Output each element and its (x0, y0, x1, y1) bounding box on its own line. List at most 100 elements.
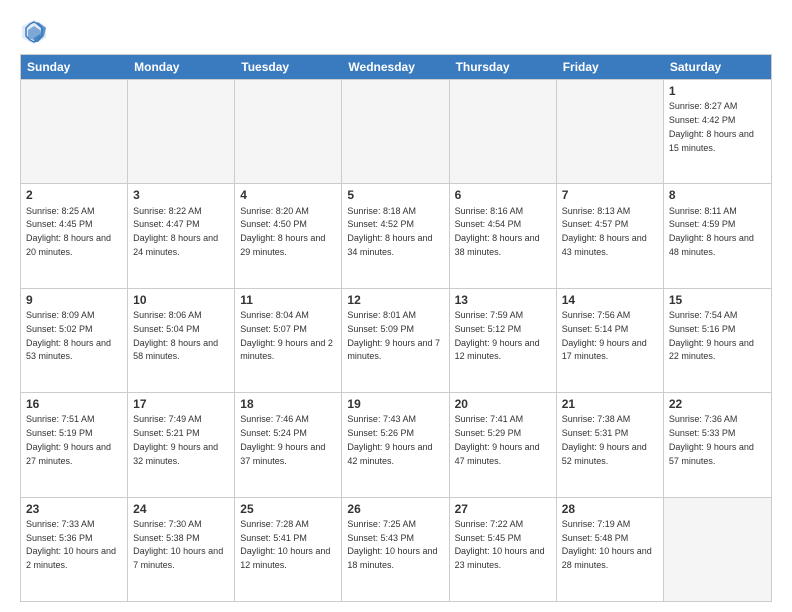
day-number: 21 (562, 396, 658, 412)
day-number: 19 (347, 396, 443, 412)
sun-info: Sunrise: 7:51 AMSunset: 5:19 PMDaylight:… (26, 414, 111, 465)
sun-info: Sunrise: 7:41 AMSunset: 5:29 PMDaylight:… (455, 414, 540, 465)
sun-info: Sunrise: 7:19 AMSunset: 5:48 PMDaylight:… (562, 519, 652, 570)
day-number: 16 (26, 396, 122, 412)
day-number: 2 (26, 187, 122, 203)
calendar-cell: 15 Sunrise: 7:54 AMSunset: 5:16 PMDayligh… (664, 289, 771, 392)
day-number: 22 (669, 396, 766, 412)
sun-info: Sunrise: 7:33 AMSunset: 5:36 PMDaylight:… (26, 519, 116, 570)
calendar-header: SundayMondayTuesdayWednesdayThursdayFrid… (21, 55, 771, 79)
calendar-cell: 16 Sunrise: 7:51 AMSunset: 5:19 PMDayligh… (21, 393, 128, 496)
sun-info: Sunrise: 8:06 AMSunset: 5:04 PMDaylight:… (133, 310, 218, 361)
header-day-tuesday: Tuesday (235, 55, 342, 79)
calendar-row-2: 2 Sunrise: 8:25 AMSunset: 4:45 PMDaylight… (21, 183, 771, 287)
sun-info: Sunrise: 7:49 AMSunset: 5:21 PMDaylight:… (133, 414, 218, 465)
sun-info: Sunrise: 7:56 AMSunset: 5:14 PMDaylight:… (562, 310, 647, 361)
calendar-row-4: 16 Sunrise: 7:51 AMSunset: 5:19 PMDayligh… (21, 392, 771, 496)
sun-info: Sunrise: 8:16 AMSunset: 4:54 PMDaylight:… (455, 206, 540, 257)
calendar-body: 1 Sunrise: 8:27 AMSunset: 4:42 PMDaylight… (21, 79, 771, 601)
day-number: 5 (347, 187, 443, 203)
calendar-cell (128, 80, 235, 183)
day-number: 10 (133, 292, 229, 308)
sun-info: Sunrise: 8:20 AMSunset: 4:50 PMDaylight:… (240, 206, 325, 257)
day-number: 17 (133, 396, 229, 412)
day-number: 1 (669, 83, 766, 99)
day-number: 23 (26, 501, 122, 517)
calendar-cell: 17 Sunrise: 7:49 AMSunset: 5:21 PMDayligh… (128, 393, 235, 496)
calendar-cell: 20 Sunrise: 7:41 AMSunset: 5:29 PMDayligh… (450, 393, 557, 496)
calendar-cell: 26Sunrise: 7:25 AMSunset: 5:43 PMDayligh… (342, 498, 449, 601)
calendar-cell: 22 Sunrise: 7:36 AMSunset: 5:33 PMDayligh… (664, 393, 771, 496)
calendar-cell (21, 80, 128, 183)
calendar-cell: 19 Sunrise: 7:43 AMSunset: 5:26 PMDayligh… (342, 393, 449, 496)
calendar-cell: 3Sunrise: 8:22 AMSunset: 4:47 PMDaylight… (128, 184, 235, 287)
sun-info: Sunrise: 7:22 AMSunset: 5:45 PMDaylight:… (455, 519, 545, 570)
sun-info: Sunrise: 7:46 AMSunset: 5:24 PMDaylight:… (240, 414, 325, 465)
calendar-cell: 18 Sunrise: 7:46 AMSunset: 5:24 PMDayligh… (235, 393, 342, 496)
calendar-cell: 2 Sunrise: 8:25 AMSunset: 4:45 PMDaylight… (21, 184, 128, 287)
day-number: 14 (562, 292, 658, 308)
calendar-row-1: 1 Sunrise: 8:27 AMSunset: 4:42 PMDaylight… (21, 79, 771, 183)
calendar-cell: 24 Sunrise: 7:30 AMSunset: 5:38 PMDayligh… (128, 498, 235, 601)
calendar-cell: 14 Sunrise: 7:56 AMSunset: 5:14 PMDayligh… (557, 289, 664, 392)
calendar-cell: 8 Sunrise: 8:11 AMSunset: 4:59 PMDaylight… (664, 184, 771, 287)
day-number: 11 (240, 292, 336, 308)
calendar-cell (235, 80, 342, 183)
day-number: 4 (240, 187, 336, 203)
calendar: SundayMondayTuesdayWednesdayThursdayFrid… (20, 54, 772, 602)
day-number: 25 (240, 501, 336, 517)
day-number: 20 (455, 396, 551, 412)
sun-info: Sunrise: 8:22 AMSunset: 4:47 PMDaylight:… (133, 206, 218, 257)
day-number: 12 (347, 292, 443, 308)
calendar-cell: 4 Sunrise: 8:20 AMSunset: 4:50 PMDaylight… (235, 184, 342, 287)
header-day-wednesday: Wednesday (342, 55, 449, 79)
sun-info: Sunrise: 8:18 AMSunset: 4:52 PMDaylight:… (347, 206, 432, 257)
header-day-sunday: Sunday (21, 55, 128, 79)
calendar-cell: 11 Sunrise: 8:04 AMSunset: 5:07 PMDayligh… (235, 289, 342, 392)
sun-info: Sunrise: 7:36 AMSunset: 5:33 PMDaylight:… (669, 414, 754, 465)
calendar-cell: 10 Sunrise: 8:06 AMSunset: 5:04 PMDayligh… (128, 289, 235, 392)
sun-info: Sunrise: 7:54 AMSunset: 5:16 PMDaylight:… (669, 310, 754, 361)
calendar-cell: 7 Sunrise: 8:13 AMSunset: 4:57 PMDaylight… (557, 184, 664, 287)
day-number: 15 (669, 292, 766, 308)
header (20, 18, 772, 46)
day-number: 24 (133, 501, 229, 517)
sun-info: Sunrise: 7:30 AMSunset: 5:38 PMDaylight:… (133, 519, 223, 570)
day-number: 28 (562, 501, 658, 517)
calendar-cell (557, 80, 664, 183)
calendar-cell: 12 Sunrise: 8:01 AMSunset: 5:09 PMDayligh… (342, 289, 449, 392)
calendar-cell (664, 498, 771, 601)
sun-info: Sunrise: 7:28 AMSunset: 5:41 PMDaylight:… (240, 519, 330, 570)
header-day-friday: Friday (557, 55, 664, 79)
sun-info: Sunrise: 8:09 AMSunset: 5:02 PMDaylight:… (26, 310, 111, 361)
day-number: 13 (455, 292, 551, 308)
calendar-cell: 23 Sunrise: 7:33 AMSunset: 5:36 PMDayligh… (21, 498, 128, 601)
header-day-monday: Monday (128, 55, 235, 79)
day-number: 6 (455, 187, 551, 203)
day-number: 18 (240, 396, 336, 412)
sun-info: Sunrise: 8:27 AMSunset: 4:42 PMDaylight:… (669, 101, 754, 152)
sun-info: Sunrise: 8:13 AMSunset: 4:57 PMDaylight:… (562, 206, 647, 257)
logo-icon (20, 18, 48, 46)
calendar-row-3: 9 Sunrise: 8:09 AMSunset: 5:02 PMDaylight… (21, 288, 771, 392)
sun-info: Sunrise: 8:11 AMSunset: 4:59 PMDaylight:… (669, 206, 754, 257)
day-number: 9 (26, 292, 122, 308)
sun-info: Sunrise: 7:43 AMSunset: 5:26 PMDaylight:… (347, 414, 432, 465)
header-day-thursday: Thursday (450, 55, 557, 79)
sun-info: Sunrise: 7:38 AMSunset: 5:31 PMDaylight:… (562, 414, 647, 465)
sun-info: Sunrise: 8:25 AMSunset: 4:45 PMDaylight:… (26, 206, 111, 257)
calendar-cell (450, 80, 557, 183)
calendar-cell: 21 Sunrise: 7:38 AMSunset: 5:31 PMDayligh… (557, 393, 664, 496)
sun-info: Sunrise: 8:04 AMSunset: 5:07 PMDaylight:… (240, 310, 333, 361)
logo (20, 18, 52, 46)
calendar-cell: 5 Sunrise: 8:18 AMSunset: 4:52 PMDaylight… (342, 184, 449, 287)
calendar-row-5: 23 Sunrise: 7:33 AMSunset: 5:36 PMDayligh… (21, 497, 771, 601)
sun-info: Sunrise: 7:59 AMSunset: 5:12 PMDaylight:… (455, 310, 540, 361)
calendar-cell: 25 Sunrise: 7:28 AMSunset: 5:41 PMDayligh… (235, 498, 342, 601)
sun-info: Sunrise: 8:01 AMSunset: 5:09 PMDaylight:… (347, 310, 440, 361)
day-number: 8 (669, 187, 766, 203)
day-number: 7 (562, 187, 658, 203)
day-number: 27 (455, 501, 551, 517)
calendar-cell (342, 80, 449, 183)
calendar-cell: 1 Sunrise: 8:27 AMSunset: 4:42 PMDaylight… (664, 80, 771, 183)
